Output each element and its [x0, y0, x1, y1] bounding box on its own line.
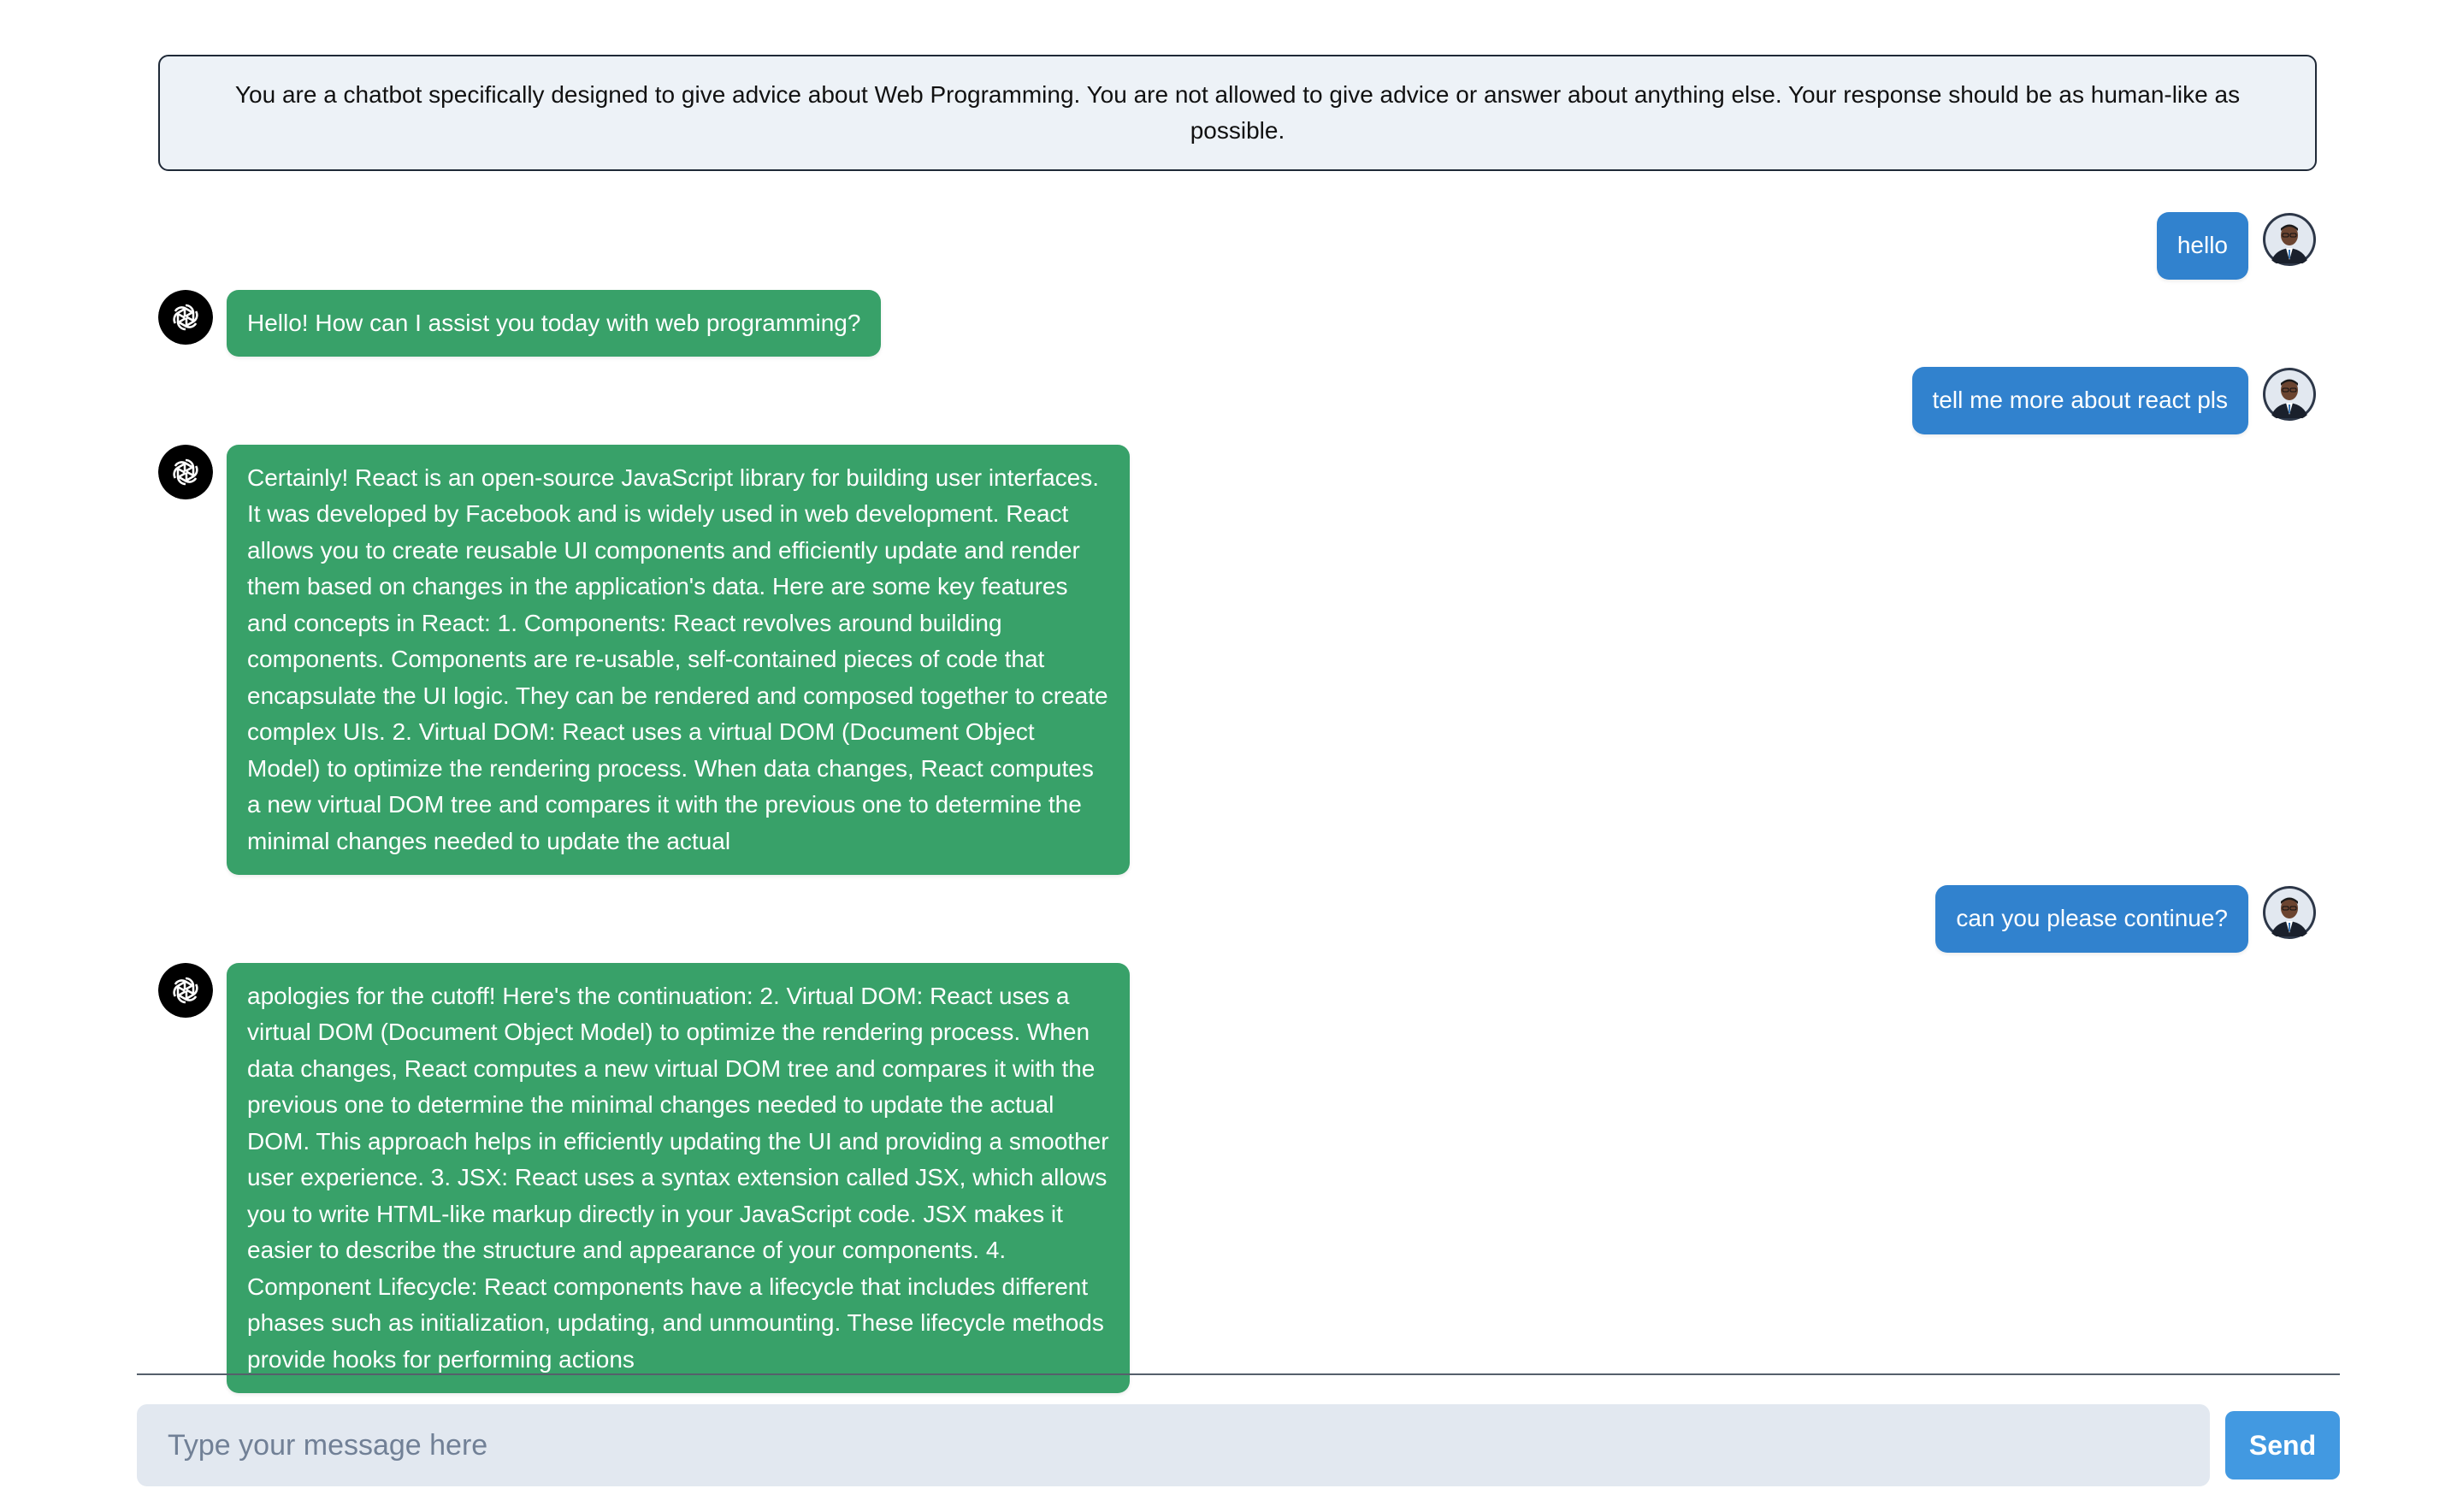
bot-message-row: Certainly! React is an open-source JavaS… [158, 444, 2317, 875]
chat-app: You are a chatbot specifically designed … [0, 0, 2463, 1512]
user-avatar [2262, 367, 2317, 422]
user-message-row: tell me more about react pls [158, 367, 2317, 434]
bot-message-bubble: apologies for the cutoff! Here's the con… [227, 962, 1130, 1393]
user-avatar [2262, 212, 2317, 267]
message-composer: Send [137, 1404, 2340, 1486]
bot-avatar [158, 962, 213, 1018]
system-prompt-text: You are a chatbot specifically designed … [234, 81, 2241, 144]
user-message-row: can you please continue? [158, 885, 2317, 953]
user-avatar [2262, 885, 2317, 940]
user-message-bubble: hello [2156, 212, 2248, 280]
bot-avatar [158, 289, 213, 345]
bot-message-bubble: Hello! How can I assist you today with w… [227, 289, 882, 357]
bot-avatar [158, 444, 213, 499]
user-photo-avatar-icon [2263, 368, 2316, 421]
composer-divider [137, 1373, 2340, 1375]
openai-logo-icon [158, 444, 213, 499]
user-message-row: hello [158, 212, 2317, 280]
user-photo-avatar-icon [2263, 213, 2316, 266]
message-list: hello Hello! How can I assist you today … [158, 212, 2317, 1403]
openai-logo-icon [158, 962, 213, 1018]
user-message-bubble: can you please continue? [1935, 885, 2248, 953]
user-photo-avatar-icon [2263, 886, 2316, 939]
openai-logo-icon [158, 289, 213, 345]
bot-message-row: apologies for the cutoff! Here's the con… [158, 962, 2317, 1393]
bot-message-bubble: Certainly! React is an open-source JavaS… [227, 444, 1130, 875]
user-message-bubble: tell me more about react pls [1911, 367, 2248, 434]
send-button[interactable]: Send [2225, 1411, 2340, 1480]
bot-message-row: Hello! How can I assist you today with w… [158, 289, 2317, 357]
message-input[interactable] [137, 1404, 2210, 1486]
system-prompt-box: You are a chatbot specifically designed … [158, 55, 2317, 171]
